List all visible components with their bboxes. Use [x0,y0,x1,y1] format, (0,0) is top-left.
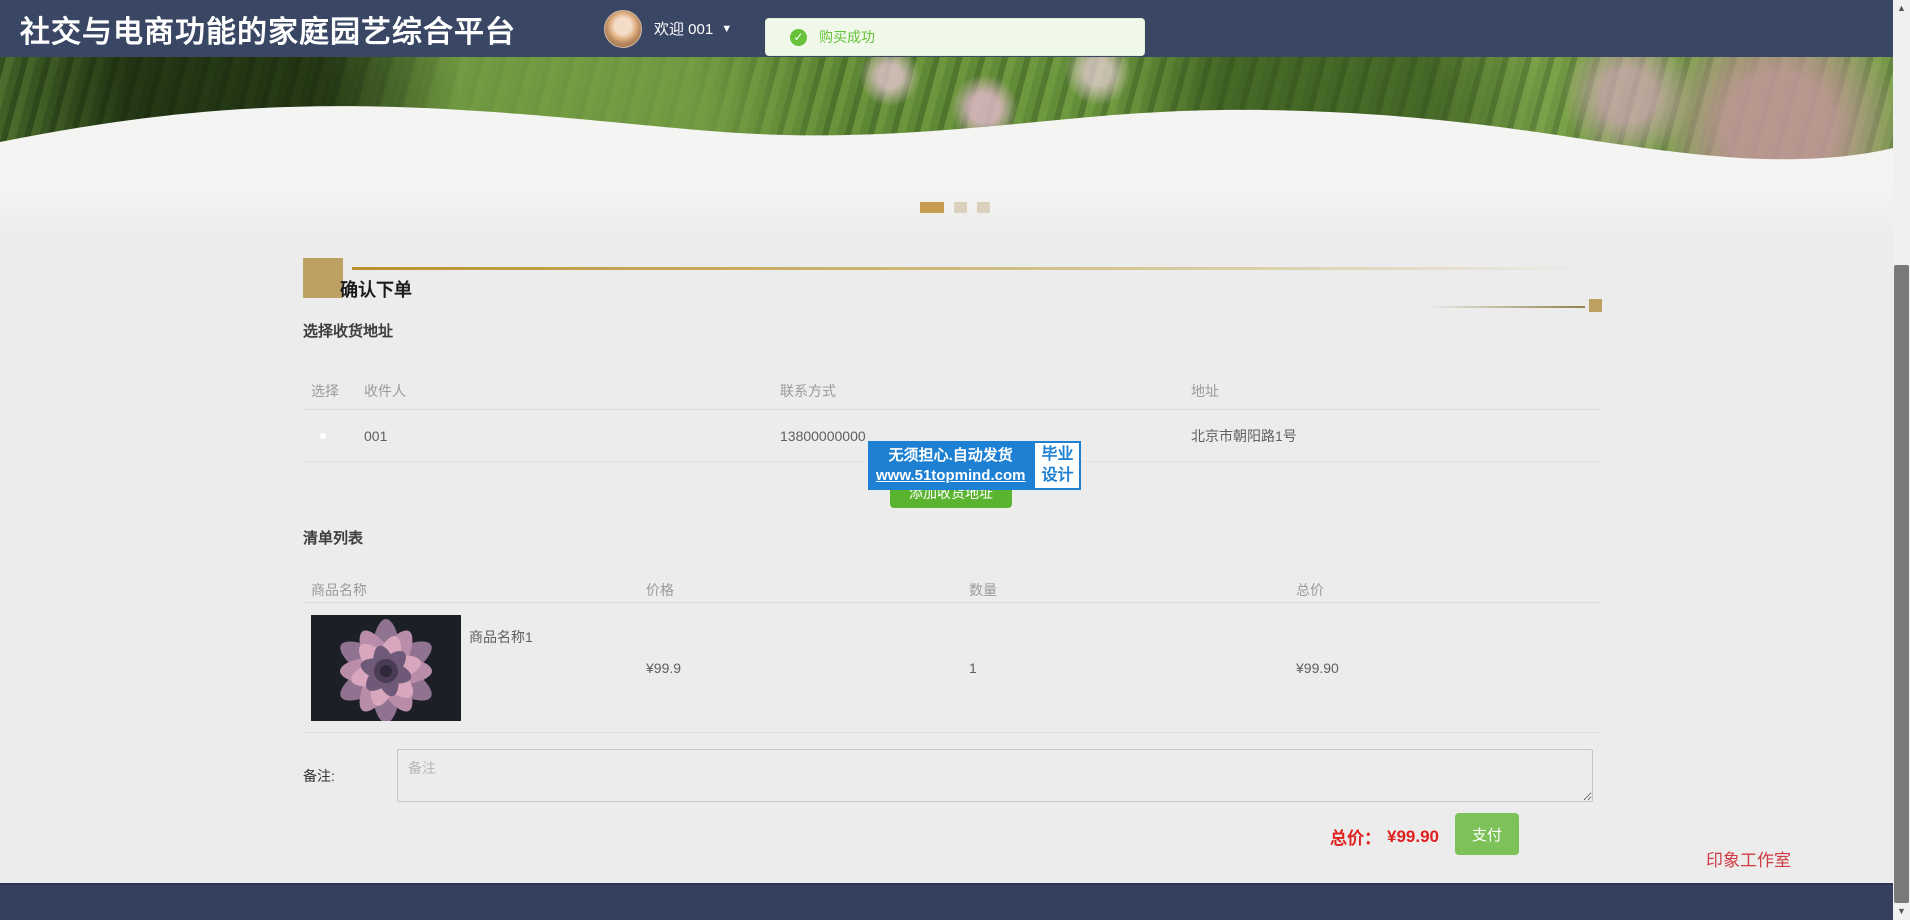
scrollbar-up-arrow-icon[interactable]: ▲ [1893,0,1910,17]
footer-bar [0,883,1893,920]
address-value: 北京市朝阳路1号 [1183,426,1600,446]
section-accent-line [352,267,1600,270]
carousel-indicators [920,202,990,213]
product-total: ¥99.90 [1288,660,1600,676]
total-label: 总价： [1330,824,1381,849]
product-price: ¥99.9 [638,660,961,676]
carousel-dot-3[interactable] [977,202,990,213]
carousel-dot-1[interactable] [920,202,944,213]
product-quantity: 1 [961,660,1288,676]
remark-label: 备注: [303,766,335,786]
watermark-badge-line2: 设计 [1041,465,1073,486]
success-toast: ✓ 购买成功 [765,18,1145,56]
col-product-name: 商品名称 [303,580,638,600]
studio-credit-link[interactable]: 印象工作室 [1706,846,1791,871]
product-name: 商品名称1 [469,615,533,647]
col-total: 总价 [1288,580,1600,600]
scrollbar-down-arrow-icon[interactable]: ▼ [1893,903,1910,920]
welcome-label: 欢迎 001 [654,18,713,39]
address-table-header: 选择 收件人 联系方式 地址 [303,372,1600,410]
watermark-ad[interactable]: 无须担心.自动发货 www.51topmind.com 毕业 设计 [868,441,1081,490]
scrollbar-thumb[interactable] [1894,265,1909,903]
watermark-line1: 无须担心.自动发货 [876,446,1025,466]
watermark-badge-line1: 毕业 [1041,444,1073,465]
product-thumbnail[interactable] [311,615,461,721]
col-price: 价格 [638,580,961,600]
pay-button[interactable]: 支付 [1455,813,1519,855]
checkout-page: 社交与电商功能的家庭园艺综合平台 欢迎 001 ▼ ✓ 购买成功 确认下单 选择… [0,0,1910,920]
user-menu[interactable]: 欢迎 001 ▼ [654,18,732,39]
col-recipient: 收件人 [356,381,772,401]
page-title: 确认下单 [340,276,412,302]
items-table: 商品名称 价格 数量 总价 [303,565,1600,733]
watermark-line2: www.51topmind.com [876,466,1025,486]
items-section-label: 清单列表 [303,527,363,548]
col-contact: 联系方式 [772,381,1183,401]
col-quantity: 数量 [961,580,1288,600]
toast-message: 购买成功 [819,27,875,47]
banner-wave-shape [0,96,1893,185]
watermark-ad-text: 无须担心.自动发货 www.51topmind.com [868,441,1033,490]
user-avatar[interactable] [604,10,642,48]
items-table-row: 商品名称1 ¥99.9 1 ¥99.90 [303,603,1600,733]
chevron-down-icon: ▼ [721,23,732,35]
order-total: 总价： ¥99.90 [1330,824,1439,849]
col-address: 地址 [1183,381,1600,401]
deco-line [1425,306,1585,308]
vertical-scrollbar[interactable]: ▲ ▼ [1893,0,1910,920]
address-section-label: 选择收货地址 [303,320,393,341]
total-value: ¥99.90 [1387,827,1439,847]
recipient-value: 001 [356,428,772,444]
col-select: 选择 [303,381,356,401]
remark-textarea[interactable] [397,749,1593,802]
check-circle-icon: ✓ [790,29,807,46]
items-table-header: 商品名称 价格 数量 总价 [303,565,1600,603]
deco-square [1589,299,1602,312]
section-accent-square [303,258,343,298]
watermark-badge: 毕业 设计 [1033,441,1081,490]
app-title: 社交与电商功能的家庭园艺综合平台 [20,7,516,51]
hero-banner-image [0,57,1893,185]
carousel-dot-2[interactable] [954,202,967,213]
